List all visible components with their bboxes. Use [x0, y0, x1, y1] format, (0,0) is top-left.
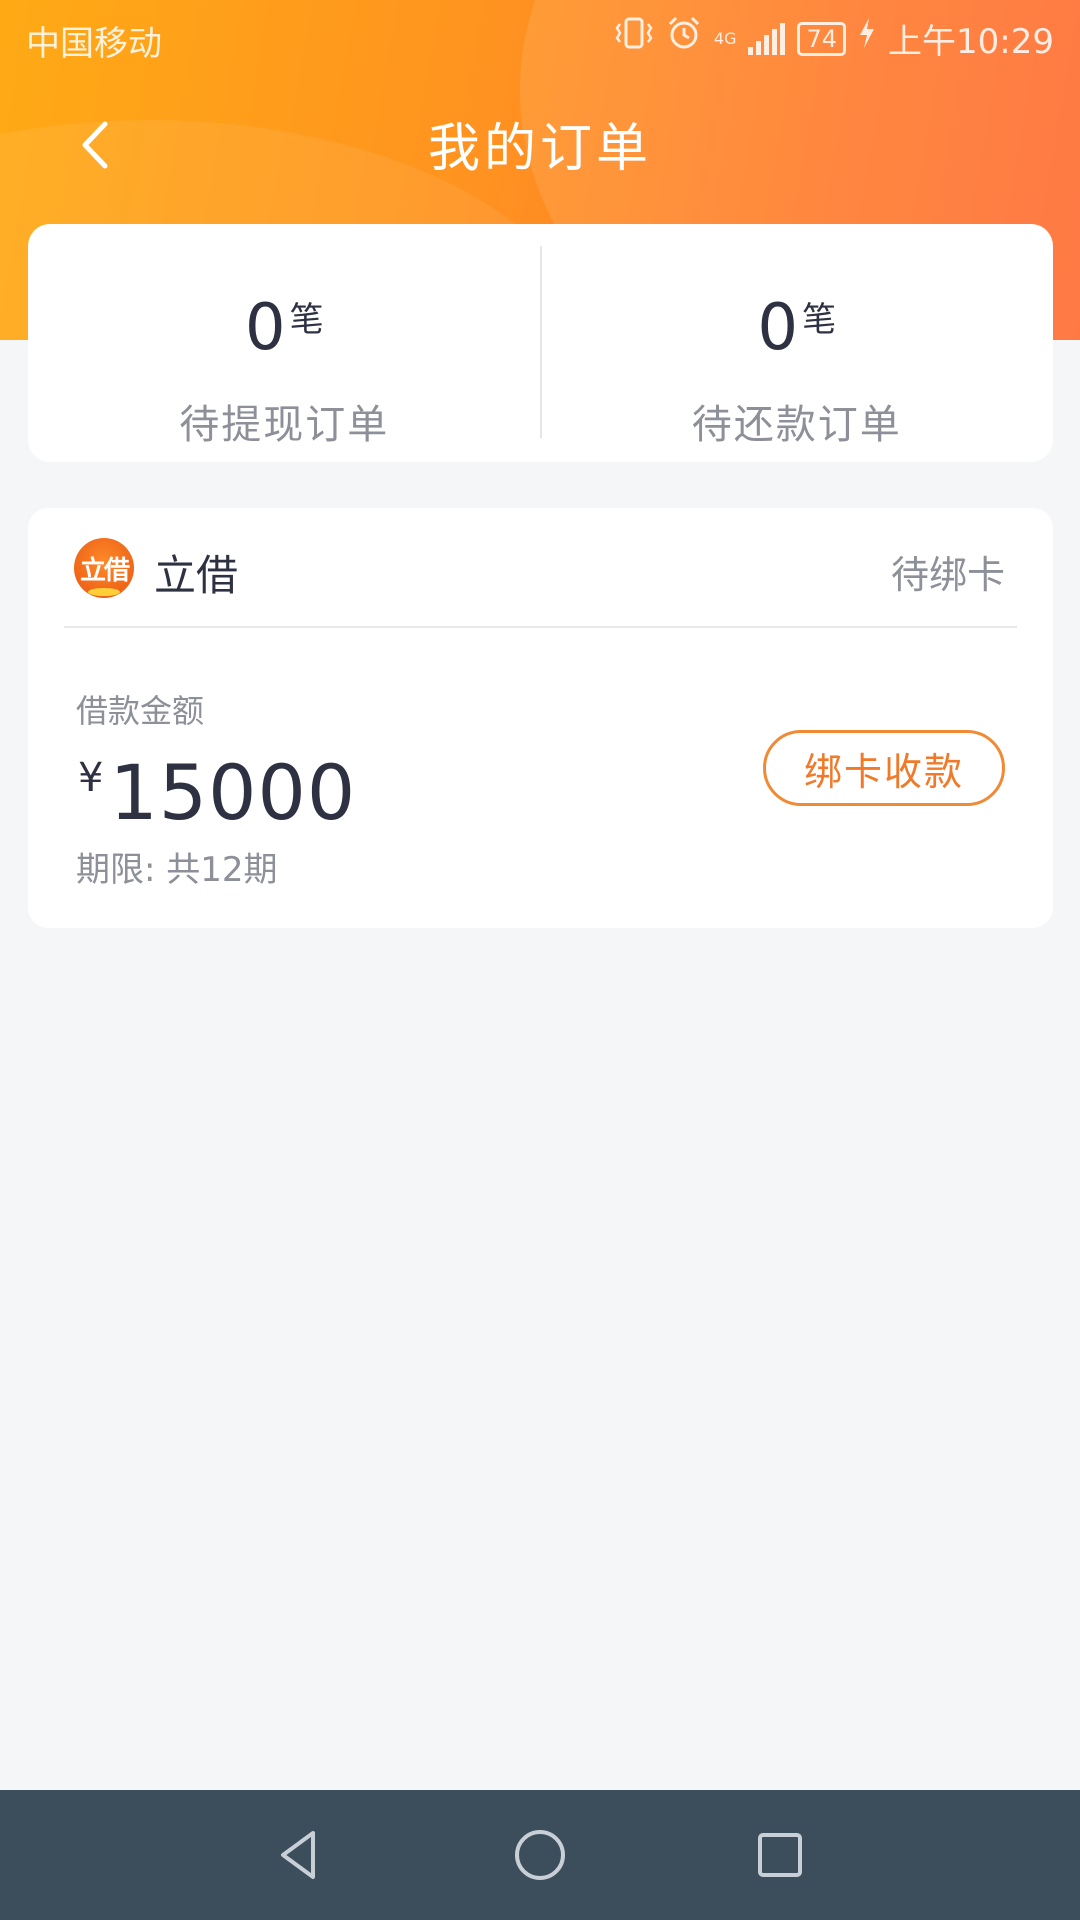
order-card-divider	[64, 626, 1017, 628]
pending-repay-count: 0	[757, 291, 799, 365]
status-bar: 中国移动 4G 74 上午10:29	[0, 0, 1080, 74]
carrier-name: 中国移动	[26, 24, 162, 64]
network-type-label: 4G	[713, 28, 737, 48]
page-title: 我的订单	[427, 119, 652, 179]
brand-name: 立借	[154, 551, 239, 600]
alarm-icon	[666, 15, 702, 62]
pending-repay-summary[interactable]: 0笔 待还款订单	[541, 224, 1054, 462]
circle-home-icon	[515, 1830, 565, 1880]
signal-strength-icon	[748, 22, 786, 55]
pending-withdraw-label: 待提现订单	[179, 402, 390, 448]
loan-amount-label: 借款金额	[76, 692, 205, 730]
pending-withdraw-count-line: 0笔	[28, 288, 541, 376]
system-navigation-bar	[0, 1790, 1080, 1920]
logo-coin-decoration	[88, 588, 120, 596]
currency-symbol: ¥	[78, 755, 104, 801]
app-screen: 中国移动 4G 74 上午10:29 我的订单 0 笔 待提现订单 0 笔 待还…	[0, 0, 1080, 1920]
pending-repay-count-line: 0笔	[541, 288, 1054, 376]
clock-time: 上午10:29	[888, 22, 1054, 62]
loan-amount: ¥15000	[78, 738, 356, 854]
loan-amount-value: 15000	[109, 748, 357, 837]
order-card-header: 立借 立借 待绑卡	[28, 508, 1053, 628]
brand-logo-text: 立借	[79, 555, 130, 586]
pending-withdraw-summary[interactable]: 0笔 待提现订单	[28, 224, 541, 462]
order-card[interactable]: 立借 立借 待绑卡 借款金额 ¥15000 期限: 共12期 绑卡收款	[28, 508, 1053, 928]
system-back-button[interactable]	[264, 1820, 334, 1890]
battery-icon: 74	[797, 21, 847, 56]
charging-icon	[858, 17, 876, 60]
brand-logo: 立借	[74, 538, 134, 598]
pending-withdraw-count: 0	[244, 291, 286, 365]
bind-card-button[interactable]: 绑卡收款	[763, 730, 1005, 806]
order-summary-card: 0笔 待提现订单 0笔 待还款订单	[28, 224, 1053, 462]
order-status: 待绑卡	[890, 553, 1005, 597]
square-recents-icon	[758, 1833, 802, 1877]
battery-level: 74	[806, 24, 838, 53]
system-recents-button[interactable]	[745, 1820, 815, 1890]
pending-repay-unit: 笔	[802, 300, 837, 340]
system-home-button[interactable]	[505, 1820, 575, 1890]
pending-repay-label: 待还款订单	[691, 402, 902, 448]
pending-withdraw-unit: 笔	[289, 300, 324, 340]
loan-term: 期限: 共12期	[76, 850, 278, 890]
vibrate-icon	[614, 16, 654, 61]
status-icons: 4G 74 上午10:29	[614, 14, 1054, 63]
triangle-back-icon	[281, 1831, 315, 1879]
